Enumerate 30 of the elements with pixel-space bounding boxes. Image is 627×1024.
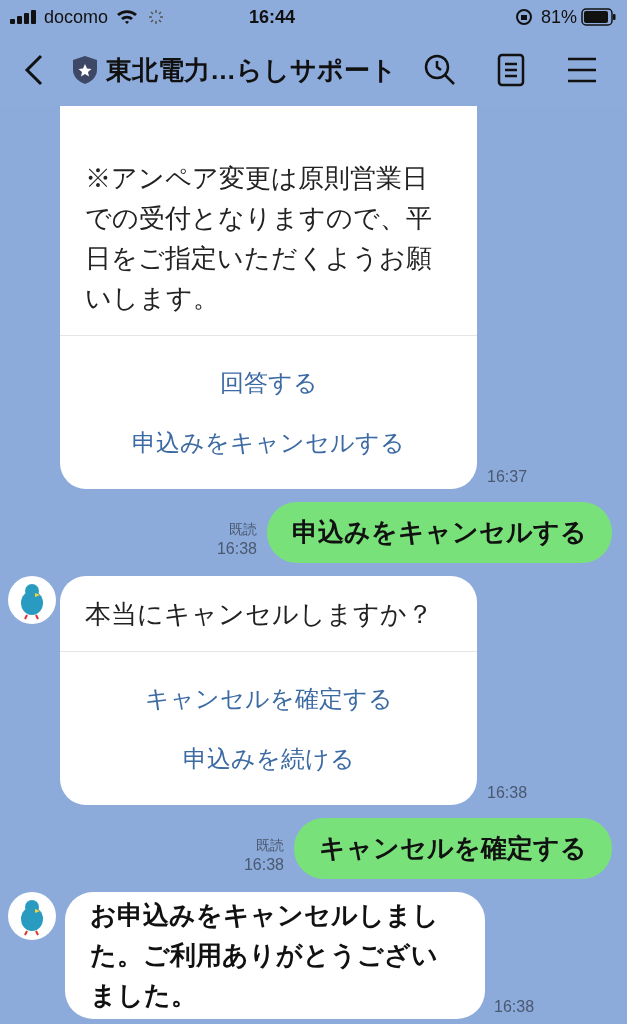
time-label: 16:37 (487, 467, 528, 487)
search-icon[interactable] (423, 53, 457, 87)
received-message-bubble: お申込みをキャンセルしました。ご利用ありがとうございました。 (65, 892, 485, 1019)
signal-icon (10, 10, 38, 24)
time-label: 16:38 (487, 783, 528, 803)
carrier-label: docomo (44, 5, 109, 29)
time-label: 16:38 (216, 539, 257, 559)
battery-percent: 81% (540, 5, 577, 29)
loading-spinner-icon (148, 9, 165, 25)
action-button[interactable]: 回答する (203, 353, 334, 413)
message-text: ※アンペア変更は原則営業日での受付となりますので、平日をご指定いただくようお願いします。 (85, 162, 433, 315)
action-button[interactable]: 申込みをキャンセルする (116, 413, 421, 473)
time-label: 16:38 (494, 997, 535, 1017)
back-icon[interactable] (24, 54, 44, 86)
notes-icon[interactable] (497, 53, 525, 87)
read-label: 既読 (229, 520, 257, 539)
sent-message-bubble: キャンセルを確定する (294, 818, 612, 879)
sent-message-bubble: 申込みをキャンセルする (267, 502, 612, 563)
action-button[interactable]: キャンセルを確定する (128, 669, 409, 729)
message-text: 本当にキャンセルしますか？ (85, 598, 434, 631)
clock-time: 16:44 (249, 5, 296, 29)
time-label: 16:38 (243, 855, 284, 875)
battery-icon (581, 8, 617, 26)
action-button[interactable]: 申込みを続ける (166, 729, 371, 789)
wifi-icon (116, 9, 139, 25)
chat-title: 東北電力…らしサポート (106, 53, 397, 87)
shield-star-icon (72, 55, 98, 85)
rotation-lock-icon (514, 8, 533, 26)
read-label: 既読 (256, 836, 284, 855)
menu-icon[interactable] (567, 57, 597, 83)
